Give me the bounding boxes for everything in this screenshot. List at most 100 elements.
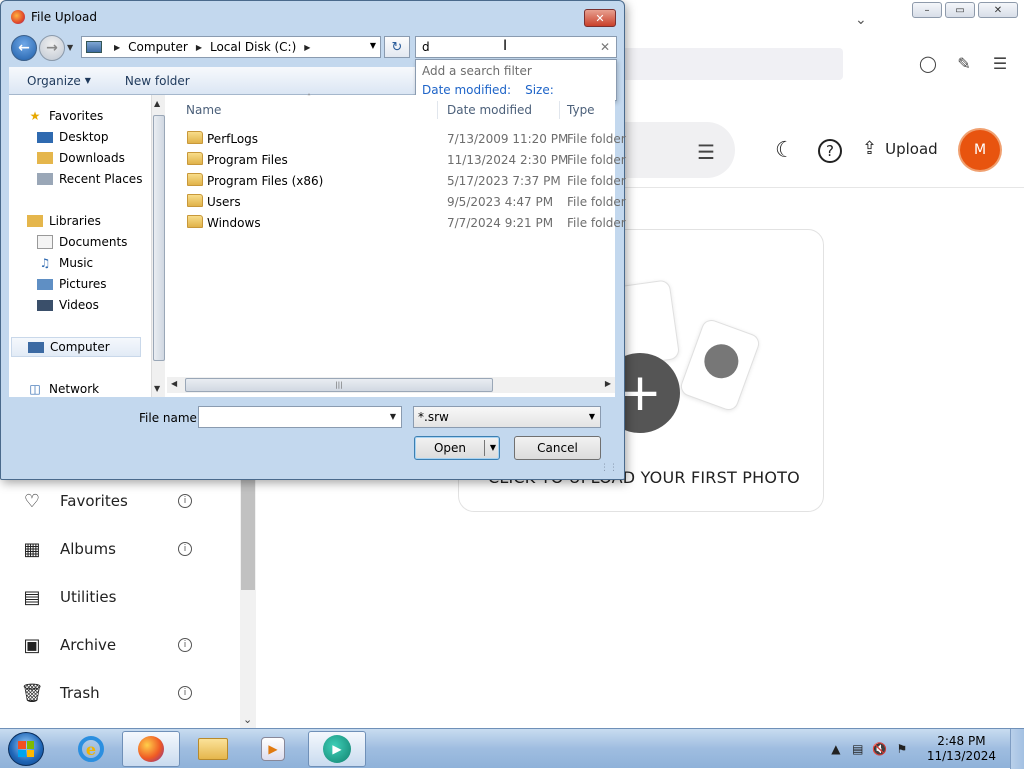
sidebar-scrollbar[interactable]: ⌄	[240, 480, 256, 728]
resize-grip-icon[interactable]: ⋮⋮	[600, 463, 618, 473]
start-button[interactable]	[8, 732, 44, 766]
sidebar-item-trash[interactable]: 🗑 Trash i	[20, 678, 200, 708]
documents-icon	[37, 235, 53, 249]
refresh-button[interactable]: ↻	[384, 36, 410, 58]
file-row[interactable]: Program Files 11/13/2024 2:30 PM File fo…	[167, 149, 626, 170]
file-type-filter-value: *.srw	[418, 410, 449, 424]
clear-search-icon[interactable]: ✕	[600, 40, 610, 54]
forward-button[interactable]: →	[39, 35, 65, 61]
new-folder-button[interactable]: New folder	[107, 74, 206, 88]
taskbar-file-explorer[interactable]	[184, 731, 242, 767]
address-breadcrumb[interactable]: ▶ Computer ▶ Local Disk (C:) ▶ ▼	[81, 36, 381, 58]
nav-item-music[interactable]: ♫ Music	[37, 254, 94, 272]
close-button[interactable]: ✕	[978, 2, 1018, 18]
navigation-pane-scrollbar[interactable]: ▲ ▼	[151, 95, 165, 397]
file-list-horizontal-scrollbar[interactable]: ◀ ||| ▶	[167, 377, 615, 393]
chevron-down-icon[interactable]: ▼	[589, 412, 595, 421]
scroll-up-arrow-icon[interactable]: ▲	[154, 99, 160, 108]
upload-icon: ⇪	[862, 138, 878, 159]
scroll-right-arrow-icon[interactable]: ▶	[605, 379, 611, 388]
taskbar-firefox[interactable]	[122, 731, 180, 767]
breadcrumb-item-computer[interactable]: Computer	[128, 40, 188, 54]
tab-list-chevron-icon[interactable]: ⌄	[855, 12, 867, 28]
chevron-down-icon[interactable]: ▼	[390, 412, 396, 421]
minimize-button[interactable]: –	[912, 2, 942, 18]
column-divider[interactable]	[437, 101, 438, 119]
clock-date: 11/13/2024	[926, 749, 996, 763]
sidebar-item-utilities[interactable]: ▤ Utilities	[20, 582, 200, 612]
scrollbar-thumb[interactable]: |||	[185, 378, 493, 392]
column-header-type[interactable]: Type	[567, 103, 595, 117]
file-upload-dialog: File Upload ✕ ← → ▼ ▶ Computer ▶ Local D…	[0, 0, 626, 480]
help-icon[interactable]: ?	[818, 139, 842, 163]
sidebar-item-albums[interactable]: ▦ Albums i	[20, 534, 200, 564]
nav-item-libraries[interactable]: Libraries	[27, 212, 101, 230]
dark-mode-moon-icon[interactable]: ☾	[775, 138, 795, 163]
file-type-filter-select[interactable]: *.srw ▼	[413, 406, 601, 428]
volume-muted-icon[interactable]: 🔇	[872, 741, 888, 757]
sidebar-item-favorites[interactable]: ♡ Favorites i	[20, 486, 200, 516]
organize-button[interactable]: Organize ▼	[9, 74, 107, 88]
search-input[interactable]: d ✕ I	[415, 36, 617, 58]
file-row[interactable]: Program Files (x86) 5/17/2023 7:37 PM Fi…	[167, 170, 626, 191]
pocket-icon[interactable]: ◯	[918, 54, 938, 74]
column-header-date-modified[interactable]: Date modified	[447, 103, 532, 117]
avatar[interactable]: M	[960, 130, 1000, 170]
open-options-dropdown-icon[interactable]: ▼	[490, 443, 496, 452]
scrollbar-thumb[interactable]	[241, 480, 255, 590]
search-filter-hint: Add a search filter	[422, 64, 532, 78]
address-dropdown-icon[interactable]: ▼	[370, 41, 376, 50]
info-icon[interactable]: i	[178, 638, 192, 652]
nav-item-computer[interactable]: Computer	[11, 337, 141, 357]
nav-item-label: Pictures	[59, 277, 107, 291]
scrollbar-thumb[interactable]	[153, 115, 165, 361]
back-button[interactable]: ←	[11, 35, 37, 61]
clock[interactable]: 2:48 PM 11/13/2024	[927, 734, 996, 764]
file-row[interactable]: PerfLogs 7/13/2009 11:20 PM File folder	[167, 128, 626, 149]
dialog-close-button[interactable]: ✕	[584, 9, 616, 27]
breadcrumb-separator-icon[interactable]: ▶	[304, 43, 310, 52]
cancel-button[interactable]: Cancel	[514, 436, 601, 460]
nav-item-documents[interactable]: Documents	[37, 233, 127, 251]
network-icon[interactable]: ▤	[850, 741, 866, 757]
info-icon[interactable]: i	[178, 686, 192, 700]
action-center-flag-icon[interactable]: ⚑	[894, 741, 910, 757]
file-row[interactable]: Windows 7/7/2024 9:21 PM File folder	[167, 212, 626, 233]
taskbar-app[interactable]: ▶	[308, 731, 366, 767]
url-bar[interactable]	[620, 48, 843, 80]
file-row[interactable]: Users 9/5/2023 4:47 PM File folder	[167, 191, 626, 212]
info-icon[interactable]: i	[178, 542, 192, 556]
menu-icon[interactable]: ☰	[990, 54, 1010, 74]
show-desktop-button[interactable]	[1010, 729, 1024, 769]
scroll-left-arrow-icon[interactable]: ◀	[171, 379, 177, 388]
sidebar-item-archive[interactable]: ▣ Archive i	[20, 630, 200, 660]
upload-label: Upload	[885, 139, 938, 158]
scroll-down-arrow-icon[interactable]: ⌄	[243, 713, 252, 726]
taskbar-media-player[interactable]: ▶	[244, 731, 302, 767]
taskbar-internet-explorer[interactable]: e	[62, 731, 120, 767]
column-header-name[interactable]: Name	[186, 103, 221, 117]
show-hidden-icons-icon[interactable]: ▲	[828, 741, 844, 757]
info-icon[interactable]: i	[178, 494, 192, 508]
nav-item-desktop[interactable]: Desktop	[37, 128, 109, 146]
open-button[interactable]: Open ▼	[414, 436, 500, 460]
column-divider[interactable]	[559, 101, 560, 119]
nav-item-favorites[interactable]: ★ Favorites	[27, 107, 104, 125]
nav-item-videos[interactable]: Videos	[37, 296, 99, 314]
nav-item-network[interactable]: ◫ Network	[27, 380, 99, 397]
file-name-input[interactable]: ▼	[198, 406, 402, 428]
breadcrumb-separator-icon[interactable]: ▶	[196, 43, 202, 52]
breadcrumb-separator-icon[interactable]: ▶	[114, 43, 120, 52]
recent-locations-dropdown-icon[interactable]: ▼	[67, 43, 73, 52]
firefox-icon	[11, 10, 25, 24]
maximize-button[interactable]: ▭	[945, 2, 975, 18]
recent-places-icon	[37, 173, 53, 185]
nav-item-downloads[interactable]: Downloads	[37, 149, 125, 167]
extensions-icon[interactable]: ✎	[954, 54, 974, 74]
filter-sliders-icon[interactable]: ☰	[697, 140, 715, 164]
upload-button[interactable]: ⇪ Upload	[862, 138, 938, 159]
scroll-down-arrow-icon[interactable]: ▼	[154, 384, 160, 393]
nav-item-pictures[interactable]: Pictures	[37, 275, 107, 293]
breadcrumb-item-local-disk[interactable]: Local Disk (C:)	[210, 40, 296, 54]
nav-item-recent-places[interactable]: Recent Places	[37, 170, 142, 188]
